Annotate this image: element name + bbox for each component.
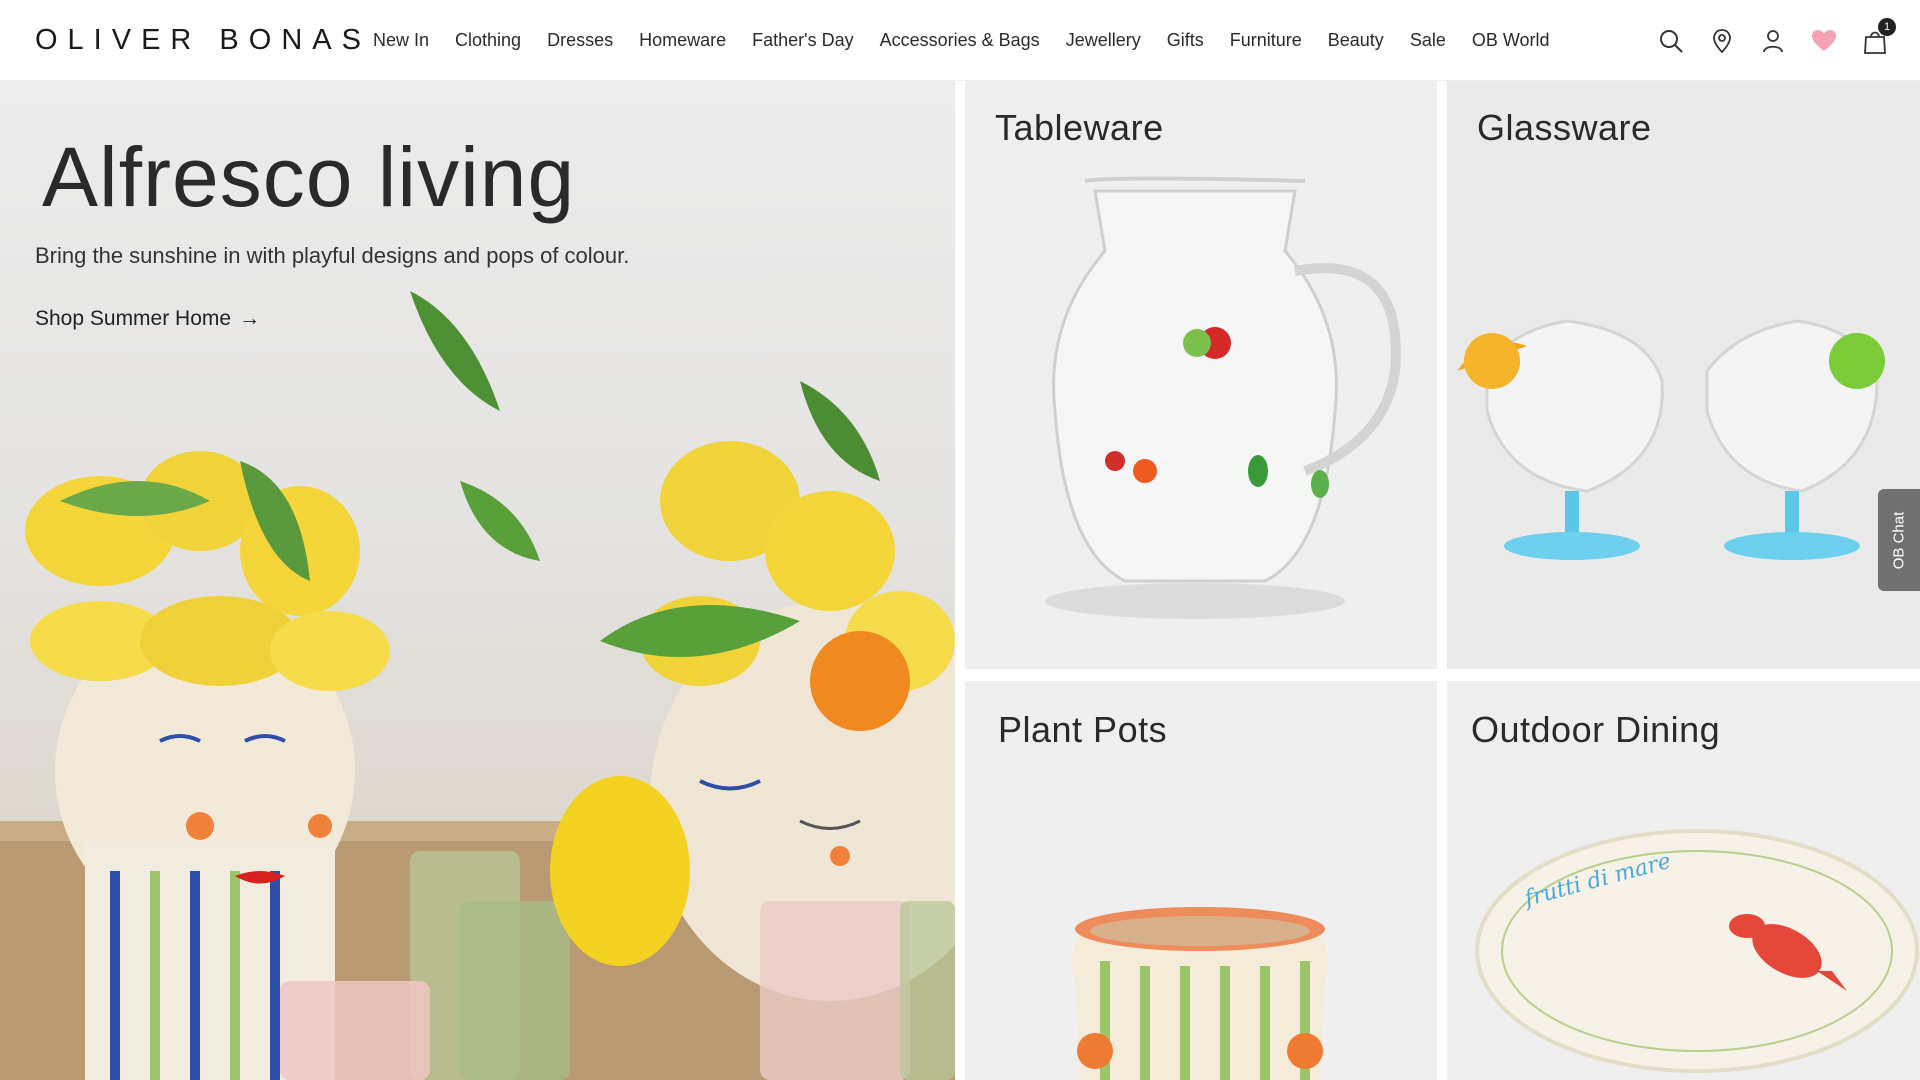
hero-title: Alfresco living [42, 130, 576, 224]
plant-pot-image [1072, 907, 1328, 1080]
main-nav: New In Clothing Dresses Homeware Father'… [373, 0, 1576, 81]
category-tile-glassware[interactable]: Glassware [1447, 81, 1920, 669]
nav-item-dresses[interactable]: Dresses [547, 30, 613, 51]
heart-icon[interactable] [1809, 26, 1839, 56]
bag-icon[interactable]: 1 [1860, 17, 1896, 56]
nav-item-gifts[interactable]: Gifts [1167, 30, 1204, 51]
nav-item-fathers-day[interactable]: Father's Day [752, 30, 853, 51]
ob-chat-label: OB Chat [1890, 511, 1908, 569]
nav-item-furniture[interactable]: Furniture [1230, 30, 1302, 51]
hero-subtitle: Bring the sunshine in with playful desig… [35, 243, 630, 268]
glassware-image [1457, 319, 1885, 560]
shop-summer-home-link[interactable]: Shop Summer Home → [35, 307, 260, 331]
nav-item-beauty[interactable]: Beauty [1328, 30, 1384, 51]
category-tile-plant-pots[interactable]: Plant Pots [965, 681, 1437, 1080]
site-header: OLIVER BONAS New In Clothing Dresses Hom… [0, 0, 1920, 81]
search-icon[interactable] [1656, 26, 1686, 56]
hero-banner[interactable]: Alfresco living Bring the sunshine in wi… [0, 81, 955, 1080]
nav-item-jewellery[interactable]: Jewellery [1066, 30, 1141, 51]
nav-item-sale[interactable]: Sale [1410, 30, 1446, 51]
category-tile-tableware[interactable]: Tableware [965, 81, 1437, 669]
header-icons: 1 [1635, 0, 1896, 81]
category-tile-outdoor-dining[interactable]: Outdoor Dining frutti di mare [1447, 681, 1920, 1080]
location-pin-icon[interactable] [1707, 26, 1737, 56]
brand-logo[interactable]: OLIVER BONAS [35, 24, 371, 57]
shop-summer-home-label: Shop Summer Home [35, 307, 232, 330]
nav-item-clothing[interactable]: Clothing [455, 30, 521, 51]
bag-count-badge: 1 [1878, 17, 1896, 36]
hero-image [0, 291, 955, 1080]
tableware-jug-image [1045, 176, 1401, 619]
nav-item-accessories-bags[interactable]: Accessories & Bags [880, 30, 1040, 51]
nav-item-new-in[interactable]: New In [373, 30, 429, 51]
account-icon[interactable] [1758, 26, 1788, 56]
outdoor-dining-platter-image: frutti di mare [1475, 829, 1919, 1073]
nav-item-ob-world[interactable]: OB World [1472, 30, 1550, 51]
arrow-right-icon: → [239, 307, 261, 330]
ob-chat-tab[interactable]: OB Chat [1878, 489, 1920, 591]
nav-item-homeware[interactable]: Homeware [639, 30, 726, 51]
